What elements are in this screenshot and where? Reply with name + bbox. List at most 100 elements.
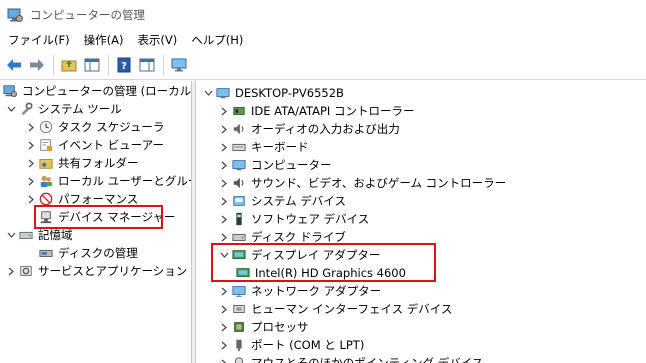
device-category[interactable]: プロセッサ — [217, 318, 309, 336]
tree-label: イベント ビューアー — [58, 138, 165, 152]
menu-file[interactable]: ファイル(F) — [2, 30, 76, 50]
tree-label: ディスクの管理 — [58, 246, 138, 260]
monitor-icon[interactable] — [168, 54, 190, 76]
device-category[interactable]: キーボード — [217, 138, 309, 156]
device-category[interactable]: ポート (COM と LPT) — [217, 336, 364, 354]
device-tree-root[interactable]: DESKTOP-PV6552B — [201, 84, 344, 102]
device-category[interactable]: IDE ATA/ATAPI コントローラー — [217, 102, 414, 120]
chevron-right-icon[interactable] — [217, 156, 231, 174]
forward-arrow-icon[interactable] — [26, 54, 48, 76]
menu-action[interactable]: 操作(A) — [78, 30, 130, 50]
device-category-label: IDE ATA/ATAPI コントローラー — [251, 104, 415, 118]
device-category-label: プロセッサ — [251, 320, 309, 334]
chevron-right-icon[interactable] — [217, 174, 231, 192]
display-adapter-highlight — [211, 243, 436, 282]
chevron-right-icon[interactable] — [24, 154, 38, 172]
chevron-right-icon[interactable] — [217, 192, 231, 210]
chevron-right-icon[interactable] — [4, 262, 18, 280]
device-category[interactable]: コンピューター — [217, 156, 332, 174]
chevron-right-icon[interactable] — [217, 336, 231, 354]
device-category-label: ネットワーク アダプター — [251, 284, 382, 298]
chevron-right-icon[interactable] — [217, 282, 231, 300]
sound-icon — [231, 175, 247, 191]
services-icon — [18, 263, 34, 279]
computer-management-icon — [7, 7, 23, 23]
device-category-label: ヒューマン インターフェイス デバイス — [251, 302, 453, 316]
device-category[interactable]: マウスとそのほかのポインティング デバイス — [217, 354, 483, 363]
tree-node-root[interactable]: コンピューターの管理 (ローカル) — [2, 82, 192, 100]
properties-icon[interactable] — [136, 54, 158, 76]
network-adapter-icon — [231, 283, 247, 299]
toolbar-separator — [108, 54, 109, 75]
tree-label: サービスとアプリケーション — [38, 264, 188, 278]
pane-splitter[interactable] — [192, 81, 196, 363]
chevron-right-icon[interactable] — [217, 138, 231, 156]
help-icon[interactable]: ? — [113, 54, 135, 76]
device-category[interactable]: システム デバイス — [217, 192, 346, 210]
chevron-right-icon[interactable] — [24, 172, 38, 190]
chevron-right-icon[interactable] — [217, 300, 231, 318]
chevron-down-icon[interactable] — [201, 84, 215, 102]
event-viewer-icon — [38, 137, 54, 153]
device-manager-highlight — [34, 205, 163, 229]
users-icon — [38, 173, 54, 189]
tree-label: 共有フォルダー — [58, 156, 139, 170]
chevron-down-icon[interactable] — [4, 100, 18, 118]
chevron-right-icon[interactable] — [217, 210, 231, 228]
tree-node-disk-management[interactable]: ディスクの管理 — [38, 244, 138, 262]
up-folder-icon[interactable] — [58, 54, 80, 76]
tree-label: コンピューターの管理 (ローカル) — [22, 84, 192, 98]
device-category-label: ポート (COM と LPT) — [251, 338, 365, 352]
mouse-icon — [231, 355, 247, 363]
processor-icon — [231, 319, 247, 335]
tree-label: ローカル ユーザーとグループ — [58, 174, 191, 188]
window-title: コンピューターの管理 — [30, 8, 145, 22]
back-arrow-icon[interactable] — [3, 54, 25, 76]
shared-folder-icon — [38, 155, 54, 171]
device-category[interactable]: オーディオの入力および出力 — [217, 120, 400, 138]
device-category[interactable]: ヒューマン インターフェイス デバイス — [217, 300, 452, 318]
disk-management-icon — [38, 245, 54, 261]
device-tree-pane: DESKTOP-PV6552B IDE ATA/ATAPI コントローラー オー… — [197, 81, 646, 363]
software-device-icon — [231, 211, 247, 227]
device-category[interactable]: ソフトウェア デバイス — [217, 210, 369, 228]
device-category[interactable]: ネットワーク アダプター — [217, 282, 381, 300]
tree-node-local-users[interactable]: ローカル ユーザーとグループ — [24, 172, 191, 190]
device-category-label: システム デバイス — [251, 194, 346, 208]
chevron-right-icon[interactable] — [217, 354, 231, 363]
svg-text:?: ? — [121, 61, 127, 72]
toolbar-separator — [53, 54, 54, 75]
tree-node-task-scheduler[interactable]: タスク スケジューラ — [24, 118, 164, 136]
system-device-icon — [231, 193, 247, 209]
chevron-down-icon[interactable] — [4, 226, 18, 244]
chevron-right-icon[interactable] — [217, 102, 231, 120]
show-hide-tree-icon[interactable] — [81, 54, 103, 76]
toolbar: ? — [0, 50, 646, 80]
computer-icon — [231, 157, 247, 173]
chevron-right-icon[interactable] — [24, 136, 38, 154]
clock-icon — [38, 119, 54, 135]
chevron-right-icon[interactable] — [217, 318, 231, 336]
menu-view[interactable]: 表示(V) — [131, 30, 183, 50]
tree-node-event-viewer[interactable]: イベント ビューアー — [24, 136, 164, 154]
computer-icon — [215, 85, 231, 101]
computer-management-icon — [2, 83, 18, 99]
port-icon — [231, 337, 247, 353]
tree-node-services-apps[interactable]: サービスとアプリケーション — [4, 262, 187, 280]
tree-node-system-tools[interactable]: システム ツール — [4, 100, 122, 118]
menu-bar: ファイル(F) 操作(A) 表示(V) ヘルプ(H) — [0, 30, 646, 50]
tools-icon — [18, 101, 34, 117]
hid-icon — [231, 301, 247, 317]
device-category-label: キーボード — [251, 140, 309, 154]
title-bar: コンピューターの管理 — [0, 0, 646, 30]
speaker-icon — [231, 121, 247, 137]
chevron-right-icon[interactable] — [217, 120, 231, 138]
keyboard-icon — [231, 139, 247, 155]
chevron-right-icon[interactable] — [24, 118, 38, 136]
tree-node-shared-folders[interactable]: 共有フォルダー — [24, 154, 139, 172]
menu-help[interactable]: ヘルプ(H) — [185, 30, 249, 50]
toolbar-separator — [163, 54, 164, 75]
device-category[interactable]: サウンド、ビデオ、およびゲーム コントローラー — [217, 174, 506, 192]
tree-label: タスク スケジューラ — [58, 120, 165, 134]
device-category-label: コンピューター — [251, 158, 332, 172]
